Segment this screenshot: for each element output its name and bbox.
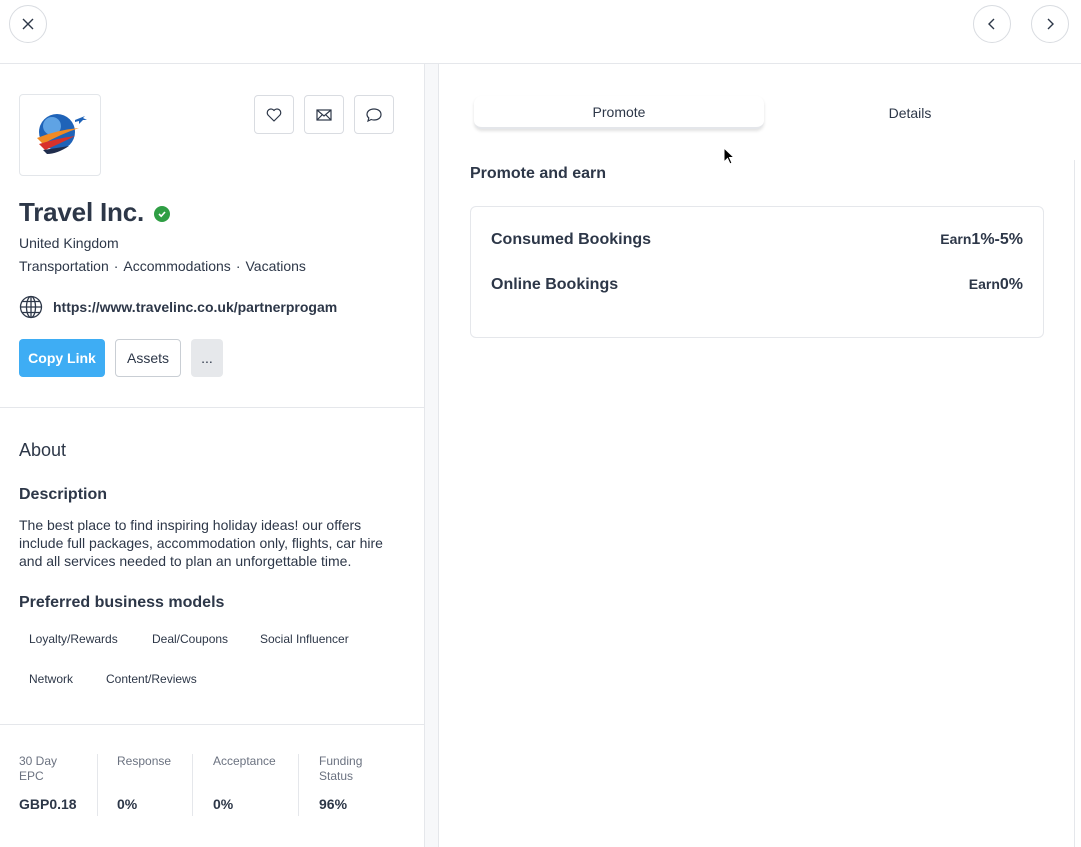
commission-row-label: Online Bookings bbox=[491, 276, 619, 293]
copy-link-button[interactable]: Copy Link bbox=[19, 339, 105, 377]
commission-row-earn: Earn0% bbox=[969, 276, 1023, 294]
divider bbox=[0, 407, 425, 408]
assets-button[interactable]: Assets bbox=[115, 339, 181, 377]
business-model-tag: Social Influencer bbox=[260, 632, 349, 646]
close-icon bbox=[22, 18, 34, 30]
stat-separator bbox=[298, 754, 299, 816]
favorite-button[interactable] bbox=[254, 95, 294, 134]
tab-details[interactable]: Details bbox=[764, 96, 1056, 129]
company-country: United Kingdom bbox=[19, 235, 119, 251]
business-model-tag: Content/Reviews bbox=[106, 672, 197, 686]
category-label: Transportation bbox=[19, 258, 109, 274]
email-button[interactable] bbox=[304, 95, 344, 134]
company-name: Travel Inc. bbox=[19, 197, 144, 227]
commission-card: Consumed Bookings Earn1%-5% Online Booki… bbox=[470, 206, 1044, 338]
content-panel: Promote Details Promote and earn Consume… bbox=[440, 64, 1081, 847]
more-options-button[interactable]: ... bbox=[191, 339, 223, 377]
chat-icon bbox=[366, 107, 382, 122]
stat-funding-status: Funding Status 96% bbox=[319, 754, 389, 816]
about-heading: About bbox=[19, 440, 67, 460]
company-logo bbox=[19, 94, 101, 176]
business-models-heading: Preferred business models bbox=[19, 594, 225, 611]
chevron-right-icon bbox=[1047, 18, 1054, 30]
globe-plane-logo-icon bbox=[37, 114, 87, 154]
description-text: The best place to find inspiring holiday… bbox=[19, 517, 383, 569]
stat-epc: 30 Day EPC GBP0.18 bbox=[19, 754, 79, 816]
tab-promote[interactable]: Promote bbox=[474, 96, 764, 129]
stat-value: 0% bbox=[117, 796, 138, 812]
stat-acceptance: Acceptance 0% bbox=[213, 754, 293, 816]
verified-badge-icon bbox=[154, 206, 170, 222]
stat-value: GBP0.18 bbox=[19, 796, 77, 812]
earn-prefix: Earn bbox=[968, 276, 1000, 292]
divider bbox=[0, 724, 425, 725]
company-categories: Transportation · Accommodations · Vacations bbox=[19, 258, 306, 274]
mail-icon bbox=[316, 108, 332, 121]
business-model-tag: Network bbox=[29, 672, 74, 686]
scrollbar-track[interactable] bbox=[1074, 160, 1075, 847]
category-label: Vacations bbox=[245, 258, 306, 274]
panel-gutter bbox=[425, 64, 439, 847]
close-button[interactable] bbox=[9, 5, 47, 43]
commission-row-label: Consumed Bookings bbox=[491, 231, 652, 248]
separator-dot: · bbox=[235, 258, 241, 274]
globe-icon bbox=[19, 295, 43, 319]
commission-row-earn: Earn1%-5% bbox=[940, 231, 1023, 249]
stat-separator bbox=[192, 754, 193, 816]
stat-response: Response 0% bbox=[117, 754, 187, 816]
stat-value: 0% bbox=[213, 796, 234, 812]
chevron-left-icon bbox=[988, 18, 995, 30]
website-link[interactable]: https://www.travelinc.co.uk/partnerproga… bbox=[53, 299, 337, 315]
mouse-cursor-icon bbox=[723, 147, 735, 165]
stats-bar: 30 Day EPC GBP0.18 Response 0% Acceptanc… bbox=[0, 754, 425, 847]
earn-value: 0% bbox=[999, 276, 1023, 293]
earn-value: 1%-5% bbox=[971, 231, 1023, 248]
next-button[interactable] bbox=[1031, 5, 1069, 43]
stat-label: Acceptance bbox=[213, 754, 276, 768]
top-bar bbox=[0, 0, 1081, 64]
category-label: Accommodations bbox=[123, 258, 231, 274]
profile-panel: Travel Inc. United Kingdom Transportatio… bbox=[0, 64, 425, 847]
heart-icon bbox=[266, 107, 282, 122]
tab-bar: Promote Details bbox=[474, 96, 1044, 129]
previous-button[interactable] bbox=[973, 5, 1011, 43]
separator-dot: · bbox=[113, 258, 119, 274]
stat-label: Response bbox=[117, 754, 172, 768]
earn-prefix: Earn bbox=[940, 231, 972, 247]
stat-label: Funding Status bbox=[319, 754, 363, 783]
message-button[interactable] bbox=[354, 95, 394, 134]
stat-label: 30 Day EPC bbox=[19, 754, 58, 783]
stat-value: 96% bbox=[319, 796, 348, 812]
description-heading: Description bbox=[19, 486, 108, 503]
stat-separator bbox=[97, 754, 98, 816]
promote-heading: Promote and earn bbox=[470, 165, 607, 182]
business-model-tag: Deal/Coupons bbox=[152, 632, 229, 646]
business-model-tag: Loyalty/Rewards bbox=[29, 632, 118, 646]
